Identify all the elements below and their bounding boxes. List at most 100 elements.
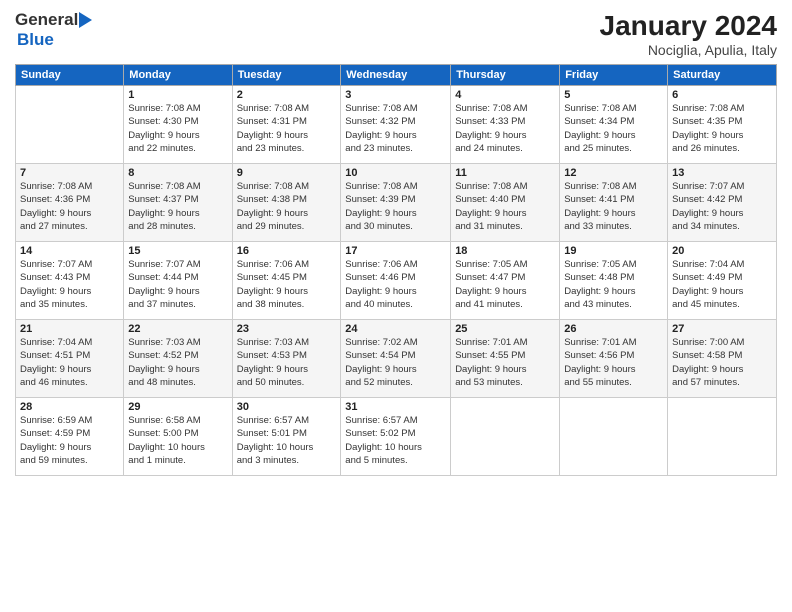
day-number: 22 (128, 323, 227, 335)
day-info: Sunrise: 7:08 AMSunset: 4:32 PMDaylight:… (345, 102, 446, 155)
day-number: 27 (672, 323, 772, 335)
day-info: Sunrise: 7:08 AMSunset: 4:38 PMDaylight:… (237, 180, 337, 233)
title-block: January 2024 Nociglia, Apulia, Italy (600, 10, 777, 58)
day-number: 16 (237, 245, 337, 257)
calendar-cell: 4Sunrise: 7:08 AMSunset: 4:33 PMDaylight… (451, 86, 560, 164)
calendar-cell: 6Sunrise: 7:08 AMSunset: 4:35 PMDaylight… (668, 86, 777, 164)
day-info: Sunrise: 7:01 AMSunset: 4:56 PMDaylight:… (564, 336, 663, 389)
day-info: Sunrise: 7:02 AMSunset: 4:54 PMDaylight:… (345, 336, 446, 389)
calendar-cell: 3Sunrise: 7:08 AMSunset: 4:32 PMDaylight… (341, 86, 451, 164)
day-info: Sunrise: 7:07 AMSunset: 4:43 PMDaylight:… (20, 258, 119, 311)
logo: General Blue (15, 10, 92, 50)
calendar-cell: 14Sunrise: 7:07 AMSunset: 4:43 PMDayligh… (16, 242, 124, 320)
day-number: 20 (672, 245, 772, 257)
calendar-cell: 9Sunrise: 7:08 AMSunset: 4:38 PMDaylight… (232, 164, 341, 242)
col-saturday: Saturday (668, 65, 777, 86)
calendar-cell: 5Sunrise: 7:08 AMSunset: 4:34 PMDaylight… (560, 86, 668, 164)
day-number: 2 (237, 89, 337, 101)
month-year: January 2024 (600, 10, 777, 42)
day-number: 30 (237, 401, 337, 413)
calendar-cell: 2Sunrise: 7:08 AMSunset: 4:31 PMDaylight… (232, 86, 341, 164)
calendar-cell: 18Sunrise: 7:05 AMSunset: 4:47 PMDayligh… (451, 242, 560, 320)
day-info: Sunrise: 6:57 AMSunset: 5:01 PMDaylight:… (237, 414, 337, 467)
calendar-cell: 16Sunrise: 7:06 AMSunset: 4:45 PMDayligh… (232, 242, 341, 320)
day-number: 19 (564, 245, 663, 257)
day-number: 28 (20, 401, 119, 413)
day-info: Sunrise: 7:04 AMSunset: 4:49 PMDaylight:… (672, 258, 772, 311)
logo-general-text: General (15, 10, 78, 30)
day-number: 13 (672, 167, 772, 179)
day-number: 5 (564, 89, 663, 101)
day-info: Sunrise: 6:59 AMSunset: 4:59 PMDaylight:… (20, 414, 119, 467)
day-info: Sunrise: 7:05 AMSunset: 4:48 PMDaylight:… (564, 258, 663, 311)
day-number: 1 (128, 89, 227, 101)
col-tuesday: Tuesday (232, 65, 341, 86)
day-info: Sunrise: 7:08 AMSunset: 4:41 PMDaylight:… (564, 180, 663, 233)
day-info: Sunrise: 7:08 AMSunset: 4:34 PMDaylight:… (564, 102, 663, 155)
calendar-cell (668, 398, 777, 476)
day-info: Sunrise: 7:07 AMSunset: 4:42 PMDaylight:… (672, 180, 772, 233)
calendar-cell: 1Sunrise: 7:08 AMSunset: 4:30 PMDaylight… (124, 86, 232, 164)
day-number: 4 (455, 89, 555, 101)
calendar-week-row: 21Sunrise: 7:04 AMSunset: 4:51 PMDayligh… (16, 320, 777, 398)
day-number: 3 (345, 89, 446, 101)
calendar-header-row: Sunday Monday Tuesday Wednesday Thursday… (16, 65, 777, 86)
calendar-cell: 8Sunrise: 7:08 AMSunset: 4:37 PMDaylight… (124, 164, 232, 242)
day-info: Sunrise: 7:08 AMSunset: 4:40 PMDaylight:… (455, 180, 555, 233)
logo-blue-text: Blue (17, 30, 54, 50)
day-info: Sunrise: 7:08 AMSunset: 4:30 PMDaylight:… (128, 102, 227, 155)
calendar-cell: 29Sunrise: 6:58 AMSunset: 5:00 PMDayligh… (124, 398, 232, 476)
logo-arrow-icon (79, 12, 92, 28)
calendar-cell: 17Sunrise: 7:06 AMSunset: 4:46 PMDayligh… (341, 242, 451, 320)
day-info: Sunrise: 7:07 AMSunset: 4:44 PMDaylight:… (128, 258, 227, 311)
calendar-cell: 23Sunrise: 7:03 AMSunset: 4:53 PMDayligh… (232, 320, 341, 398)
calendar-cell: 12Sunrise: 7:08 AMSunset: 4:41 PMDayligh… (560, 164, 668, 242)
day-number: 14 (20, 245, 119, 257)
calendar-cell: 10Sunrise: 7:08 AMSunset: 4:39 PMDayligh… (341, 164, 451, 242)
day-info: Sunrise: 7:00 AMSunset: 4:58 PMDaylight:… (672, 336, 772, 389)
day-info: Sunrise: 6:57 AMSunset: 5:02 PMDaylight:… (345, 414, 446, 467)
day-number: 12 (564, 167, 663, 179)
calendar-cell: 11Sunrise: 7:08 AMSunset: 4:40 PMDayligh… (451, 164, 560, 242)
calendar-cell: 15Sunrise: 7:07 AMSunset: 4:44 PMDayligh… (124, 242, 232, 320)
day-number: 23 (237, 323, 337, 335)
day-info: Sunrise: 7:08 AMSunset: 4:36 PMDaylight:… (20, 180, 119, 233)
day-number: 11 (455, 167, 555, 179)
col-thursday: Thursday (451, 65, 560, 86)
calendar-cell (451, 398, 560, 476)
day-number: 6 (672, 89, 772, 101)
col-monday: Monday (124, 65, 232, 86)
calendar-cell (16, 86, 124, 164)
calendar-cell: 21Sunrise: 7:04 AMSunset: 4:51 PMDayligh… (16, 320, 124, 398)
day-info: Sunrise: 7:08 AMSunset: 4:39 PMDaylight:… (345, 180, 446, 233)
day-info: Sunrise: 7:08 AMSunset: 4:37 PMDaylight:… (128, 180, 227, 233)
day-number: 31 (345, 401, 446, 413)
day-info: Sunrise: 7:03 AMSunset: 4:52 PMDaylight:… (128, 336, 227, 389)
calendar-cell: 26Sunrise: 7:01 AMSunset: 4:56 PMDayligh… (560, 320, 668, 398)
day-number: 15 (128, 245, 227, 257)
calendar-cell: 30Sunrise: 6:57 AMSunset: 5:01 PMDayligh… (232, 398, 341, 476)
day-info: Sunrise: 7:08 AMSunset: 4:33 PMDaylight:… (455, 102, 555, 155)
col-friday: Friday (560, 65, 668, 86)
day-info: Sunrise: 7:08 AMSunset: 4:31 PMDaylight:… (237, 102, 337, 155)
calendar-week-row: 28Sunrise: 6:59 AMSunset: 4:59 PMDayligh… (16, 398, 777, 476)
day-info: Sunrise: 7:04 AMSunset: 4:51 PMDaylight:… (20, 336, 119, 389)
day-number: 8 (128, 167, 227, 179)
day-info: Sunrise: 7:01 AMSunset: 4:55 PMDaylight:… (455, 336, 555, 389)
day-number: 26 (564, 323, 663, 335)
calendar-cell: 7Sunrise: 7:08 AMSunset: 4:36 PMDaylight… (16, 164, 124, 242)
day-info: Sunrise: 7:06 AMSunset: 4:46 PMDaylight:… (345, 258, 446, 311)
page: General Blue January 2024 Nociglia, Apul… (0, 0, 792, 612)
col-wednesday: Wednesday (341, 65, 451, 86)
day-number: 24 (345, 323, 446, 335)
calendar-cell: 22Sunrise: 7:03 AMSunset: 4:52 PMDayligh… (124, 320, 232, 398)
calendar-week-row: 7Sunrise: 7:08 AMSunset: 4:36 PMDaylight… (16, 164, 777, 242)
day-info: Sunrise: 7:06 AMSunset: 4:45 PMDaylight:… (237, 258, 337, 311)
day-number: 7 (20, 167, 119, 179)
day-number: 25 (455, 323, 555, 335)
day-info: Sunrise: 7:05 AMSunset: 4:47 PMDaylight:… (455, 258, 555, 311)
calendar-cell: 24Sunrise: 7:02 AMSunset: 4:54 PMDayligh… (341, 320, 451, 398)
calendar-cell: 28Sunrise: 6:59 AMSunset: 4:59 PMDayligh… (16, 398, 124, 476)
day-number: 21 (20, 323, 119, 335)
day-number: 9 (237, 167, 337, 179)
